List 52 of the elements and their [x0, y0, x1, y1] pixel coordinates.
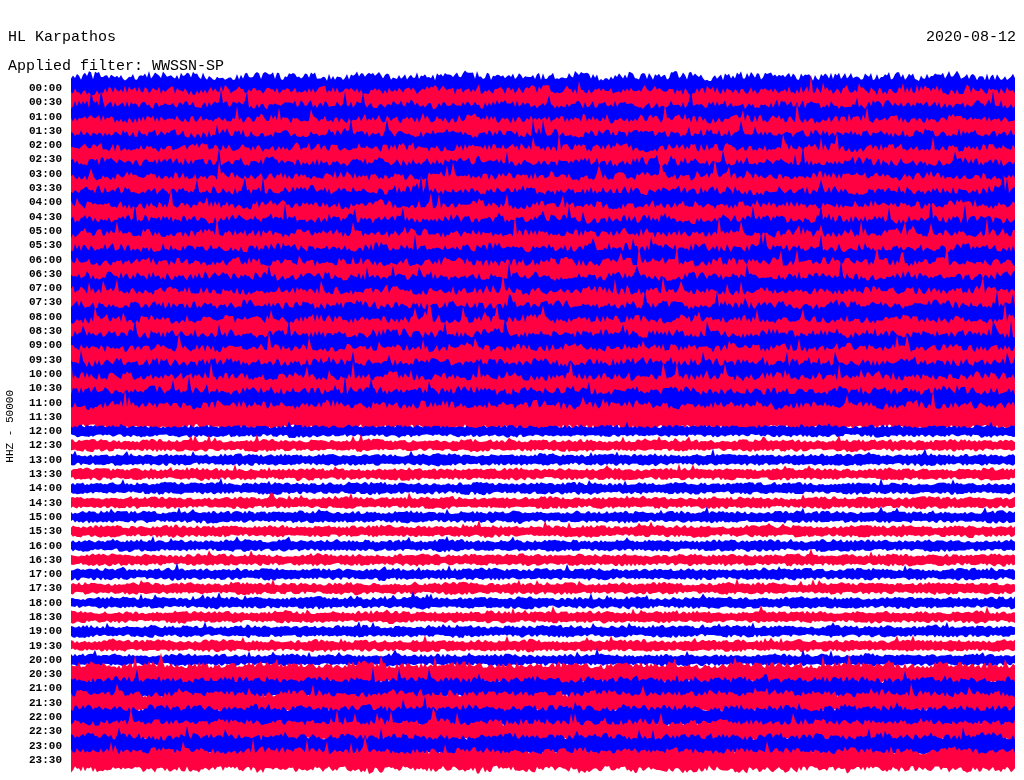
time-label: 22:00: [29, 710, 62, 725]
time-label: 16:00: [29, 538, 62, 553]
time-label: 22:30: [29, 724, 62, 739]
station-title: HL Karpathos: [8, 28, 117, 46]
time-label: 11:30: [29, 409, 62, 425]
time-label: 08:00: [29, 309, 62, 325]
time-label: 08:30: [29, 324, 62, 339]
time-label: 19:00: [29, 624, 62, 639]
time-label: 17:30: [29, 581, 62, 596]
time-label: 01:00: [29, 109, 62, 124]
time-label: 21:00: [29, 681, 62, 696]
time-label: 13:00: [29, 452, 62, 467]
time-label: 11:00: [29, 395, 62, 410]
time-label: 07:30: [29, 295, 62, 310]
channel-label: HHZ - 50000: [4, 389, 16, 463]
time-label: 15:00: [29, 509, 62, 525]
time-label: 16:30: [29, 552, 62, 568]
time-label: 04:00: [29, 195, 62, 210]
time-label: 15:30: [29, 524, 62, 539]
filter-label: Applied filter: WWSSN-SP: [8, 58, 226, 75]
time-label: 07:00: [29, 281, 62, 296]
time-label: 09:00: [29, 338, 62, 353]
time-label: 02:00: [29, 138, 62, 153]
time-label: 06:00: [29, 252, 62, 267]
time-label: 09:30: [29, 352, 62, 367]
time-label: 20:00: [29, 652, 62, 668]
time-label: 23:30: [29, 752, 62, 768]
date-label: 2020-08-12: [926, 28, 1016, 46]
time-label: 04:30: [29, 209, 62, 224]
time-label: 18:00: [29, 595, 62, 610]
time-label: 03:00: [29, 166, 62, 182]
time-label: 06:30: [29, 266, 62, 282]
time-label: 05:30: [29, 238, 62, 253]
time-label: 14:30: [29, 495, 62, 510]
time-label: 01:30: [29, 123, 62, 139]
time-label: 23:00: [29, 738, 62, 753]
time-label: 17:00: [29, 567, 62, 582]
time-label: 19:30: [29, 638, 62, 653]
time-label: 20:30: [29, 667, 62, 682]
time-label: 05:00: [29, 223, 62, 239]
time-label: 14:00: [29, 481, 62, 496]
time-label: 03:30: [29, 181, 62, 196]
time-label: 00:00: [29, 81, 62, 96]
time-label: 10:30: [29, 381, 62, 396]
time-label: 13:30: [29, 467, 62, 482]
time-label: 10:00: [29, 366, 62, 382]
time-label: 21:30: [29, 695, 62, 711]
time-label: 02:30: [29, 152, 62, 167]
time-label: 00:30: [29, 95, 62, 110]
time-label: 18:30: [29, 610, 62, 625]
time-label: 12:00: [29, 424, 62, 439]
time-label: 12:30: [29, 438, 62, 453]
